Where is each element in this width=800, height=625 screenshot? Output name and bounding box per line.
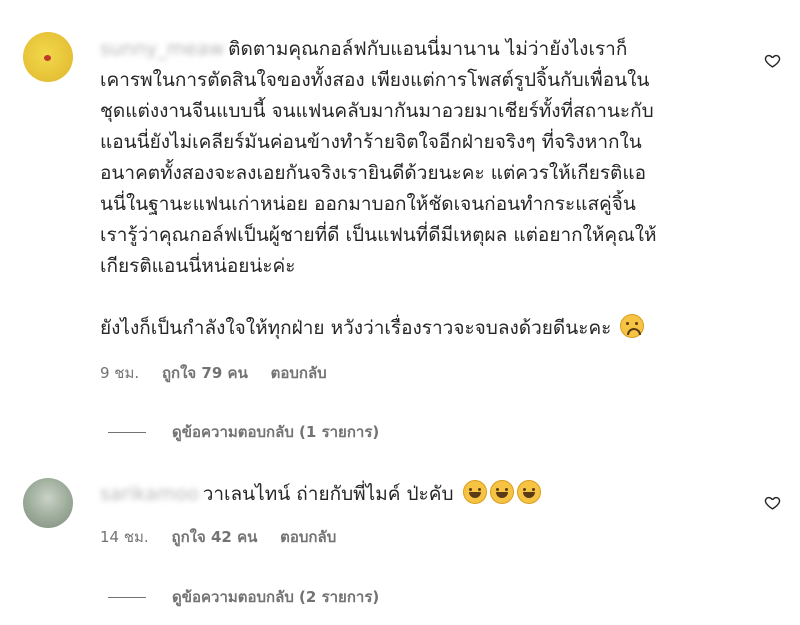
reply-button[interactable]: ตอบกลับ bbox=[271, 364, 327, 382]
heart-icon[interactable] bbox=[764, 52, 781, 69]
divider-line bbox=[108, 596, 146, 598]
comment-body: sunny_meaw ติดตามคุณกอล์ฟกับแอนนี่มานาน ไ… bbox=[100, 34, 740, 344]
reply-button[interactable]: ตอบกลับ bbox=[280, 528, 336, 546]
comment-text: วาเลนไทน์ ถ่ายกับพี่ไมค์ ป่ะคับ bbox=[202, 483, 454, 505]
avatar[interactable] bbox=[23, 478, 73, 528]
comment-meta: 14 ชม. ถูกใจ 42 คน ตอบกลับ bbox=[100, 525, 354, 549]
username[interactable]: sarikamoo bbox=[100, 479, 199, 510]
likes-count[interactable]: ถูกใจ 42 คน bbox=[171, 528, 257, 546]
tears-of-joy-emoji bbox=[489, 480, 514, 504]
username[interactable]: sunny_meaw bbox=[100, 34, 224, 65]
likes-count[interactable]: ถูกใจ 79 คน bbox=[162, 364, 248, 382]
tears-of-joy-emoji bbox=[462, 480, 487, 504]
view-replies-label: ดูข้อความตอบกลับ (1 รายการ) bbox=[172, 423, 380, 441]
comment-text: ติดตามคุณกอล์ฟกับแอนนี่มานาน ไม่ว่ายังไง… bbox=[100, 38, 657, 339]
sad-face-emoji bbox=[620, 314, 645, 338]
comment-body: sarikamoo วาเลนไทน์ ถ่ายกับพี่ไมค์ ป่ะคับ bbox=[100, 479, 740, 510]
comment-time[interactable]: 14 ชม. bbox=[100, 528, 149, 546]
view-replies-label: ดูข้อความตอบกลับ (2 รายการ) bbox=[172, 588, 380, 606]
view-replies-button[interactable]: ดูข้อความตอบกลับ (1 รายการ) bbox=[108, 420, 379, 444]
divider-line bbox=[108, 431, 146, 433]
view-replies-button[interactable]: ดูข้อความตอบกลับ (2 รายการ) bbox=[108, 585, 379, 609]
comment-time[interactable]: 9 ชม. bbox=[100, 364, 139, 382]
heart-icon[interactable] bbox=[764, 494, 781, 511]
comment-meta: 9 ชม. ถูกใจ 79 คน ตอบกลับ bbox=[100, 361, 345, 385]
tears-of-joy-emoji bbox=[516, 480, 541, 504]
avatar[interactable] bbox=[23, 32, 73, 82]
